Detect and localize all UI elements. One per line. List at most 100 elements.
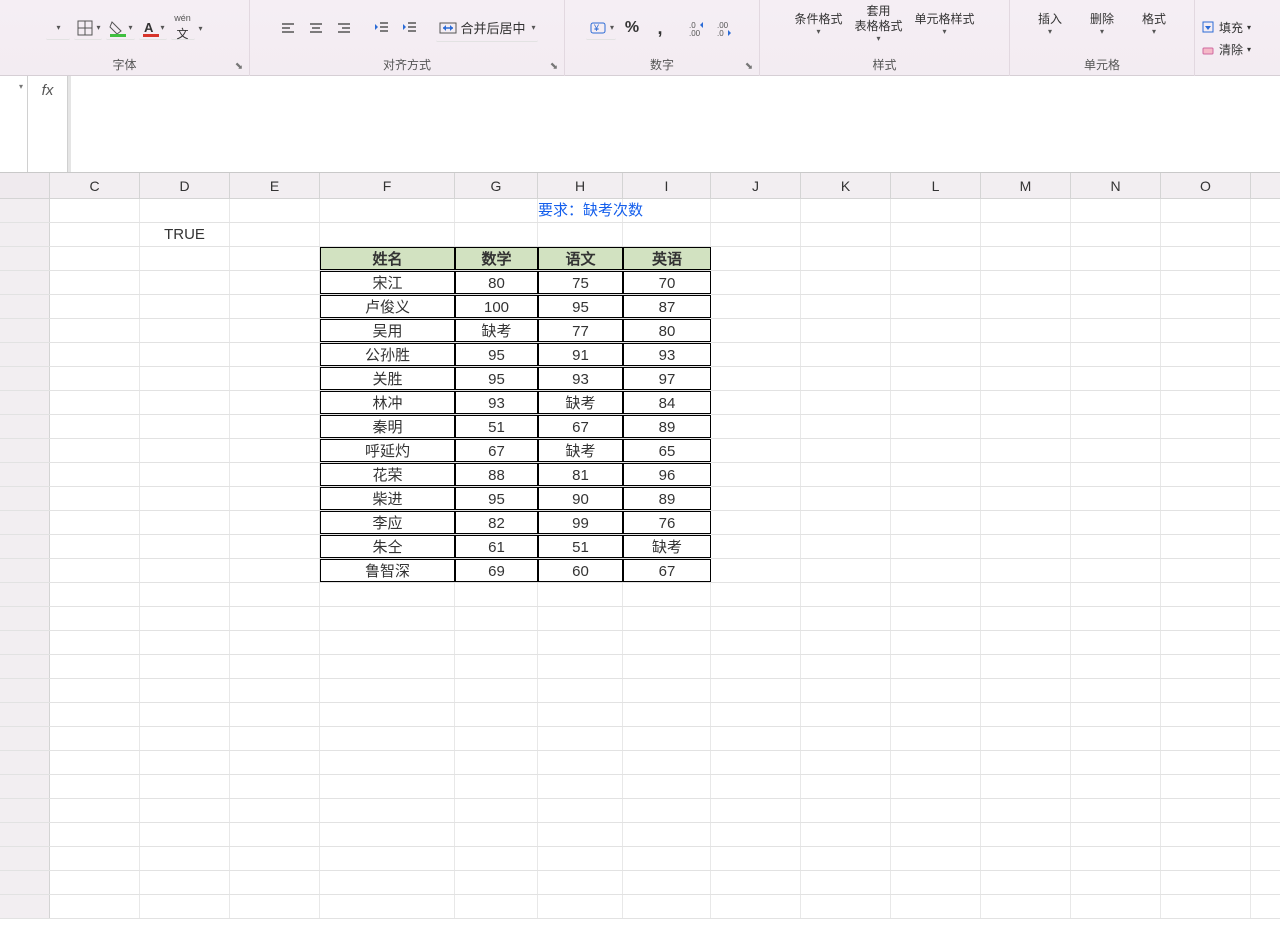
cell[interactable] (981, 343, 1071, 366)
cell[interactable] (230, 727, 320, 750)
cell[interactable] (891, 607, 981, 630)
cell[interactable] (1161, 727, 1251, 750)
cell[interactable] (891, 391, 981, 414)
cell[interactable] (50, 463, 140, 486)
cell[interactable] (981, 655, 1071, 678)
cell[interactable] (981, 727, 1071, 750)
cell[interactable] (891, 343, 981, 366)
cell[interactable] (1071, 511, 1161, 534)
cell[interactable]: 60 (538, 559, 623, 582)
cell[interactable] (711, 583, 801, 606)
cell[interactable] (140, 583, 230, 606)
cell[interactable] (320, 823, 455, 846)
col-header[interactable]: D (140, 173, 230, 198)
cell[interactable] (50, 343, 140, 366)
cell[interactable] (801, 847, 891, 870)
cell[interactable] (1161, 871, 1251, 894)
cell[interactable] (711, 847, 801, 870)
cell[interactable] (140, 487, 230, 510)
cell[interactable] (230, 847, 320, 870)
cell[interactable] (1071, 703, 1161, 726)
cell[interactable] (1161, 655, 1251, 678)
cell[interactable] (140, 247, 230, 270)
cell[interactable]: 99 (538, 511, 623, 534)
cell[interactable] (140, 439, 230, 462)
cell[interactable] (230, 343, 320, 366)
cell[interactable] (623, 751, 711, 774)
percent-button[interactable]: % (620, 15, 644, 41)
cell[interactable] (230, 199, 320, 222)
cell[interactable] (891, 463, 981, 486)
cell[interactable] (455, 871, 538, 894)
cell[interactable] (230, 751, 320, 774)
cell[interactable] (140, 559, 230, 582)
cell[interactable] (320, 847, 455, 870)
conditional-format-button[interactable]: 条件格式▾ (790, 0, 846, 48)
cell[interactable] (140, 319, 230, 342)
cell[interactable] (140, 367, 230, 390)
cell[interactable] (140, 775, 230, 798)
cell[interactable] (140, 415, 230, 438)
cell[interactable]: 95 (455, 487, 538, 510)
cell[interactable] (801, 463, 891, 486)
cell[interactable] (538, 607, 623, 630)
col-header[interactable]: I (623, 173, 711, 198)
cell[interactable] (711, 295, 801, 318)
cell[interactable] (50, 847, 140, 870)
cell[interactable] (1161, 559, 1251, 582)
cell[interactable]: 81 (538, 463, 623, 486)
cell[interactable] (1071, 559, 1161, 582)
cell[interactable] (1071, 895, 1161, 918)
cell[interactable] (230, 559, 320, 582)
cell[interactable]: 姓名 (320, 247, 455, 270)
cell[interactable]: 缺考 (538, 439, 623, 462)
cell[interactable] (320, 631, 455, 654)
cell[interactable]: 93 (538, 367, 623, 390)
cell[interactable] (711, 319, 801, 342)
cell[interactable] (1071, 631, 1161, 654)
cell[interactable]: 89 (623, 487, 711, 510)
cell[interactable] (711, 199, 801, 222)
cell[interactable]: 吴用 (320, 319, 455, 342)
cell[interactable]: 95 (455, 367, 538, 390)
formula-input[interactable] (68, 76, 1280, 172)
fill-button[interactable]: 填充▾ (1201, 17, 1251, 37)
cell[interactable] (50, 703, 140, 726)
cell[interactable]: 69 (455, 559, 538, 582)
align-left-button[interactable] (276, 15, 300, 41)
cell[interactable]: 93 (623, 343, 711, 366)
cell[interactable] (623, 631, 711, 654)
cell[interactable] (230, 223, 320, 246)
cell[interactable] (50, 487, 140, 510)
cell[interactable] (455, 583, 538, 606)
col-header[interactable]: M (981, 173, 1071, 198)
cell[interactable] (891, 703, 981, 726)
cell[interactable] (801, 367, 891, 390)
row-header[interactable] (0, 367, 50, 390)
cell[interactable] (981, 415, 1071, 438)
row-header[interactable] (0, 679, 50, 702)
cell[interactable]: 宋江 (320, 271, 455, 294)
dialog-launcher-icon[interactable]: ⬊ (743, 60, 755, 72)
cell[interactable] (801, 271, 891, 294)
cell[interactable] (981, 199, 1071, 222)
cell[interactable] (1161, 223, 1251, 246)
cell[interactable] (1071, 415, 1161, 438)
row-header[interactable] (0, 391, 50, 414)
cell[interactable] (981, 871, 1071, 894)
cell[interactable] (1161, 247, 1251, 270)
insert-button[interactable]: 插入▾ (1026, 0, 1074, 48)
cell[interactable] (891, 871, 981, 894)
col-header[interactable]: C (50, 173, 140, 198)
increase-decimal-button[interactable]: .0.00 (686, 15, 710, 41)
row-header[interactable] (0, 247, 50, 270)
cell[interactable] (801, 895, 891, 918)
cell[interactable] (711, 679, 801, 702)
cell[interactable] (230, 799, 320, 822)
cell[interactable] (455, 655, 538, 678)
comma-button[interactable]: , (648, 15, 672, 41)
row-header[interactable] (0, 727, 50, 750)
cell[interactable] (455, 607, 538, 630)
cell[interactable] (623, 895, 711, 918)
col-header[interactable]: F (320, 173, 455, 198)
